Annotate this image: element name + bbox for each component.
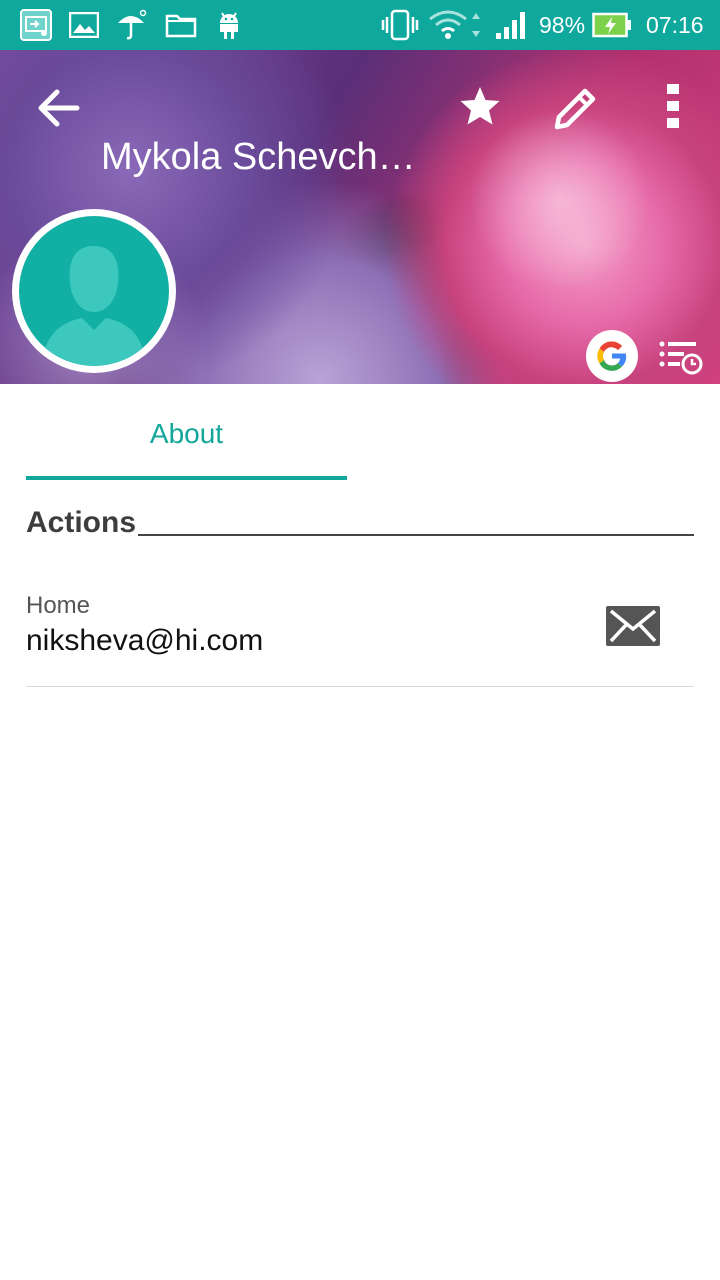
more-vert-icon[interactable]: [656, 80, 690, 132]
email-row[interactable]: Home niksheva@hi.com: [26, 570, 694, 688]
android-icon: [214, 9, 244, 41]
star-icon[interactable]: [456, 82, 504, 130]
battery-percent: 98%: [539, 12, 586, 38]
folder-icon: [164, 9, 198, 41]
email-type-label: Home: [26, 592, 91, 619]
section-title-actions: Actions: [26, 506, 137, 539]
tab-about-label: About: [149, 418, 224, 449]
vibrate-icon: [380, 9, 420, 41]
email-address[interactable]: niksheva@hi.com: [26, 624, 263, 658]
clock: 07:16: [646, 12, 704, 38]
tab-about[interactable]: About: [26, 390, 347, 480]
back-arrow-icon[interactable]: [30, 80, 86, 136]
signal-icon: [494, 9, 530, 41]
status-bar: 98% 07:16: [0, 0, 720, 50]
screen-mirror-icon: [18, 9, 54, 41]
wifi-icon: [428, 9, 484, 41]
avatar[interactable]: [12, 209, 176, 373]
section-divider: [138, 534, 694, 536]
history-list-icon[interactable]: [656, 334, 706, 380]
battery-charging-icon: [592, 9, 632, 41]
google-icon[interactable]: [586, 330, 638, 382]
gallery-icon: [68, 9, 100, 41]
contact-name: Mykola Schevch…: [101, 136, 416, 178]
tab-selected-indicator: [26, 476, 347, 480]
row-divider: [26, 686, 694, 687]
edit-pencil-icon[interactable]: [548, 80, 604, 136]
contact-avatar-icon: [19, 216, 169, 366]
email-icon[interactable]: [604, 604, 662, 648]
contact-header: Mykola Schevch…: [0, 50, 720, 384]
umbrella-icon: [116, 9, 148, 41]
